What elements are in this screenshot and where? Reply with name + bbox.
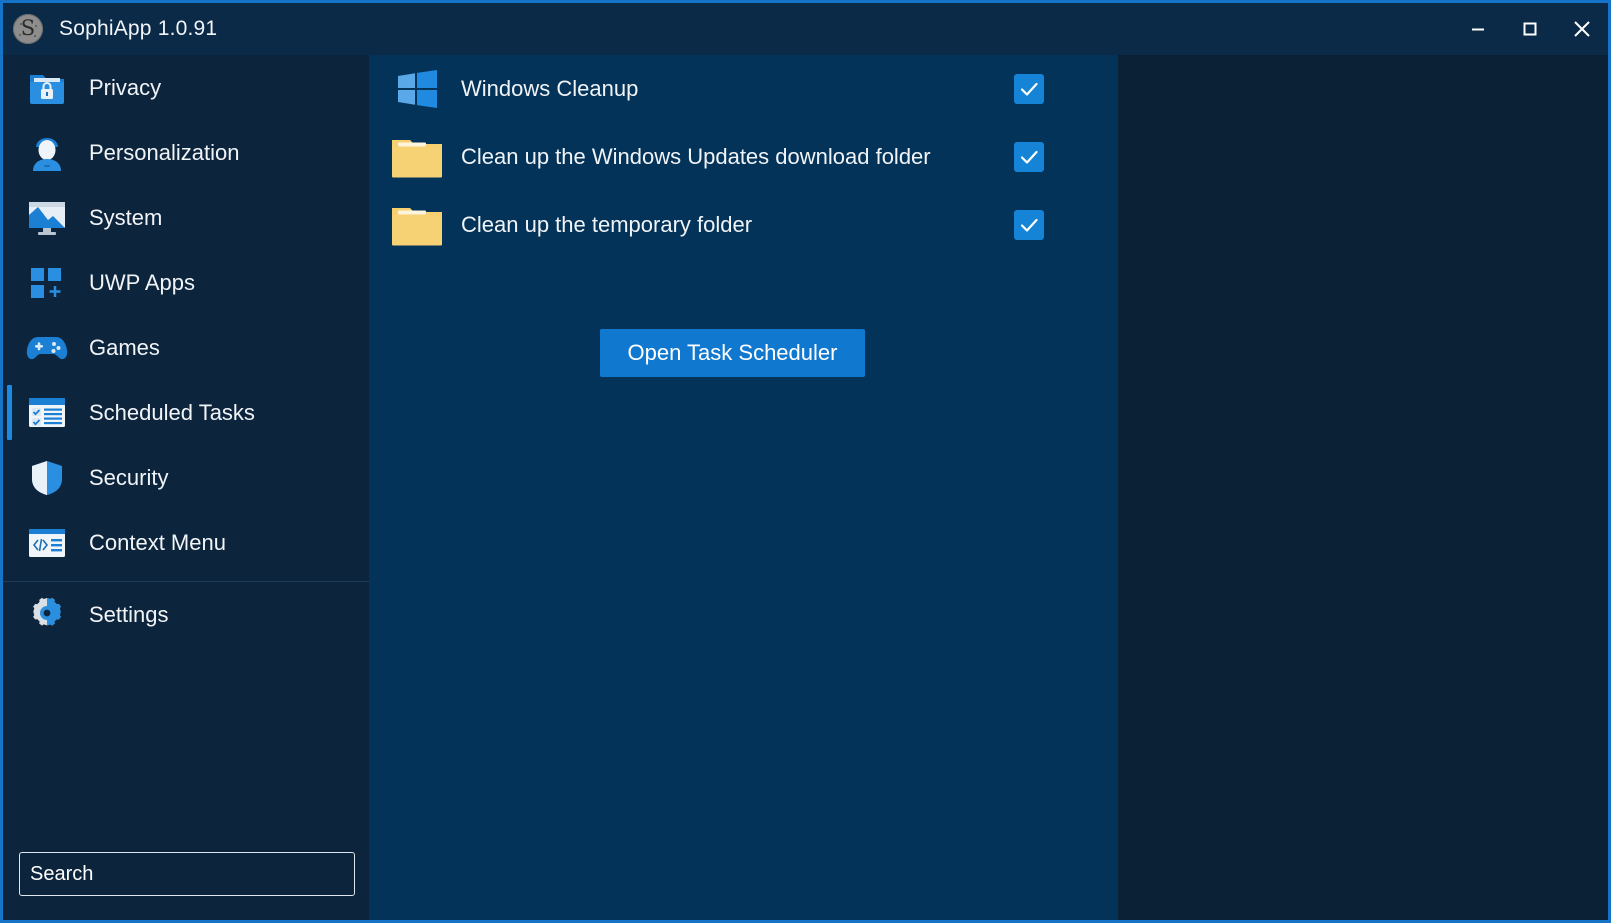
sidebar-item-label: Games <box>89 335 160 361</box>
open-task-scheduler-button[interactable]: Open Task Scheduler <box>600 329 866 377</box>
main-content: Windows Cleanup Clean up the Windows U <box>369 55 1608 923</box>
gamepad-icon <box>25 326 69 370</box>
sidebar-item-privacy[interactable]: Privacy <box>3 55 369 120</box>
sidebar-item-security[interactable]: Security <box>3 445 369 510</box>
option-label: Clean up the temporary folder <box>461 211 931 239</box>
sidebar: Privacy Personalization <box>3 55 369 923</box>
sidebar-item-label: System <box>89 205 162 231</box>
option-list: Windows Cleanup Clean up the Windows U <box>369 55 1096 259</box>
sidebar-nav-list: Privacy Personalization <box>3 55 369 575</box>
minimize-button[interactable] <box>1452 3 1504 55</box>
monitor-icon <box>25 196 69 240</box>
check-icon <box>1018 78 1040 100</box>
title-bar[interactable]: S SophiApp 1.0.91 <box>3 3 1608 55</box>
checkbox-clean-temporary-folder[interactable] <box>1014 210 1044 240</box>
folder-icon <box>389 133 445 181</box>
sidebar-item-label: Settings <box>89 602 169 628</box>
action-row: Open Task Scheduler <box>369 329 1096 377</box>
maximize-icon <box>1520 19 1540 39</box>
sidebar-item-label: Scheduled Tasks <box>89 400 255 426</box>
check-icon <box>1018 146 1040 168</box>
title-bar-left: S SophiApp 1.0.91 <box>3 14 217 44</box>
option-label: Clean up the Windows Updates download fo… <box>461 143 931 171</box>
sidebar-item-games[interactable]: Games <box>3 315 369 380</box>
selection-indicator <box>7 385 12 440</box>
privacy-folder-lock-icon <box>25 66 69 110</box>
window-controls <box>1452 3 1608 55</box>
detail-panel <box>1118 55 1608 923</box>
close-button[interactable] <box>1556 3 1608 55</box>
sidebar-settings-group: Settings <box>3 582 369 647</box>
app-title: SophiApp 1.0.91 <box>59 17 217 41</box>
option-row[interactable]: Windows Cleanup <box>369 55 1096 123</box>
checklist-icon <box>25 391 69 435</box>
checkbox-windows-cleanup[interactable] <box>1014 74 1044 104</box>
search-box <box>19 852 355 896</box>
close-icon <box>1571 18 1593 40</box>
user-avatar-icon <box>25 131 69 175</box>
maximize-button[interactable] <box>1504 3 1556 55</box>
sidebar-item-system[interactable]: System <box>3 185 369 250</box>
shield-icon <box>25 456 69 500</box>
sidebar-item-label: Personalization <box>89 140 239 166</box>
code-list-icon <box>25 521 69 565</box>
checkbox-clean-windows-updates-folder[interactable] <box>1014 142 1044 172</box>
folder-icon <box>389 201 445 249</box>
minimize-icon <box>1468 19 1488 39</box>
option-row[interactable]: Clean up the temporary folder <box>369 191 1096 259</box>
option-row[interactable]: Clean up the Windows Updates download fo… <box>369 123 1096 191</box>
app-tiles-plus-icon <box>25 261 69 305</box>
check-icon <box>1018 214 1040 236</box>
sidebar-item-context-menu[interactable]: Context Menu <box>3 510 369 575</box>
sidebar-item-label: Security <box>89 465 168 491</box>
search-input[interactable] <box>19 852 355 896</box>
sidebar-item-personalization[interactable]: Personalization <box>3 120 369 185</box>
sidebar-item-uwp-apps[interactable]: UWP Apps <box>3 250 369 315</box>
sophiapp-logo-icon: S <box>13 14 43 44</box>
app-window: S SophiApp 1.0.91 <box>0 0 1611 923</box>
sidebar-item-label: Privacy <box>89 75 161 101</box>
windows-logo-icon <box>389 65 445 113</box>
option-label: Windows Cleanup <box>461 75 931 103</box>
gear-icon <box>25 593 69 637</box>
sidebar-item-label: UWP Apps <box>89 270 195 296</box>
sidebar-item-scheduled-tasks[interactable]: Scheduled Tasks <box>3 380 369 445</box>
sidebar-item-label: Context Menu <box>89 530 226 556</box>
sidebar-item-settings[interactable]: Settings <box>3 582 369 647</box>
